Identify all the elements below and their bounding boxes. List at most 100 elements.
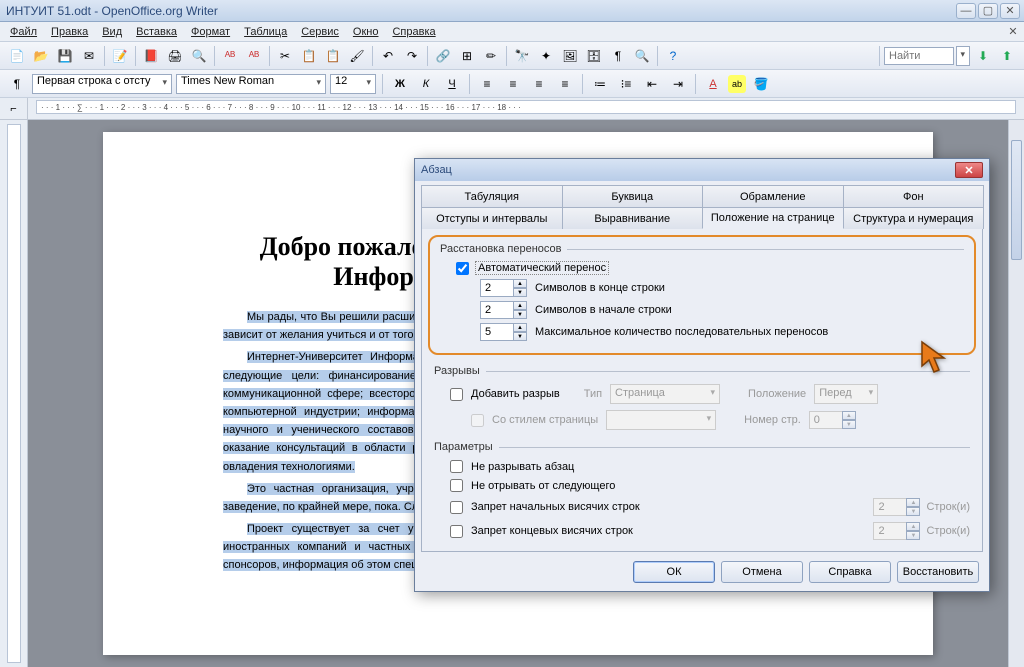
save-button[interactable]: 💾 (54, 45, 76, 67)
redo-button[interactable]: ↷ (401, 45, 423, 67)
bold-button[interactable]: Ж (389, 73, 411, 95)
numbering-button[interactable]: ≔ (589, 73, 611, 95)
print-preview-button[interactable]: 🔍 (188, 45, 210, 67)
tab-background[interactable]: Фон (843, 185, 985, 207)
zoom-button[interactable]: 🔍 (631, 45, 653, 67)
window-minimize-button[interactable]: — (956, 3, 976, 19)
spin-down-button[interactable]: ▼ (513, 288, 527, 297)
dialog-titlebar[interactable]: Абзац ✕ (415, 159, 989, 181)
search-input[interactable] (884, 47, 954, 65)
align-right-button[interactable]: ≡ (528, 73, 550, 95)
spin-down-button: ▼ (842, 420, 856, 429)
paste-button[interactable]: 📋 (322, 45, 344, 67)
menu-tools[interactable]: Сервис (295, 24, 345, 40)
orphan-label: Запрет начальных висячих строк (471, 501, 640, 513)
dialog-close-button[interactable]: ✕ (955, 162, 983, 178)
keep-next-checkbox[interactable] (450, 479, 463, 492)
bullets-button[interactable]: ⁝≡ (615, 73, 637, 95)
edit-mode-button[interactable]: 📝 (109, 45, 131, 67)
undo-button[interactable]: ↶ (377, 45, 399, 67)
menu-view[interactable]: Вид (96, 24, 128, 40)
draw-button[interactable]: ✏ (480, 45, 502, 67)
spin-up-button[interactable]: ▲ (513, 323, 527, 332)
new-doc-button[interactable]: 📄 (6, 45, 28, 67)
page-number-input (809, 411, 843, 429)
with-pagestyle-checkbox (471, 414, 484, 427)
copy-button[interactable]: 📋 (298, 45, 320, 67)
format-paintbrush-button[interactable]: 🖌 (346, 45, 368, 67)
widow-lines-suffix: Строк(и) (926, 525, 970, 537)
navigator-button[interactable]: ✦ (535, 45, 557, 67)
spin-down-button[interactable]: ▼ (513, 310, 527, 319)
vertical-scrollbar[interactable] (1008, 120, 1024, 667)
underline-button[interactable]: Ч (441, 73, 463, 95)
menu-edit[interactable]: Правка (45, 24, 94, 40)
tab-borders[interactable]: Обрамление (702, 185, 844, 207)
align-justify-button[interactable]: ≡ (554, 73, 576, 95)
background-color-button[interactable]: 🪣 (750, 73, 772, 95)
indent-increase-button[interactable]: ⇥ (667, 73, 689, 95)
spin-up-button[interactable]: ▲ (513, 301, 527, 310)
menu-insert[interactable]: Вставка (130, 24, 183, 40)
tab-outline[interactable]: Структура и нумерация (843, 207, 985, 229)
max-hyphens-input[interactable] (480, 323, 514, 341)
reset-button[interactable]: Восстановить (897, 561, 979, 583)
no-split-checkbox[interactable] (450, 460, 463, 473)
ok-button[interactable]: ОК (633, 561, 715, 583)
spellcheck-button[interactable]: ᴬᴮ (219, 45, 241, 67)
paragraph-style-combo[interactable]: Первая строка с отсту (32, 74, 172, 94)
menu-file[interactable]: Файл (4, 24, 43, 40)
tab-alignment[interactable]: Выравнивание (562, 207, 704, 229)
spin-up-button[interactable]: ▲ (513, 279, 527, 288)
search-prev-button[interactable]: ⬆ (996, 45, 1018, 67)
widow-checkbox[interactable] (450, 525, 463, 538)
mail-button[interactable]: ✉ (78, 45, 100, 67)
export-pdf-button[interactable]: 📕 (140, 45, 162, 67)
find-button[interactable]: 🔭 (511, 45, 533, 67)
italic-button[interactable]: К (415, 73, 437, 95)
spin-down-button[interactable]: ▼ (513, 332, 527, 341)
menu-format[interactable]: Формат (185, 24, 236, 40)
align-left-button[interactable]: ≡ (476, 73, 498, 95)
window-close-button[interactable]: ✕ (1000, 3, 1020, 19)
open-button[interactable]: 📂 (30, 45, 52, 67)
highlight-button[interactable]: ab (728, 75, 746, 93)
font-name-combo[interactable]: Times New Roman (176, 74, 326, 94)
doc-close-icon[interactable]: ✕ (1006, 25, 1020, 39)
hyperlink-button[interactable]: 🔗 (432, 45, 454, 67)
horizontal-ruler[interactable]: · · · 1 · · · ∑ · · · 1 · · · 2 · · · 3 … (36, 100, 1016, 114)
font-size-combo[interactable]: 12 (330, 74, 376, 94)
table-button[interactable]: ⊞ (456, 45, 478, 67)
font-color-button[interactable]: A (702, 73, 724, 95)
help-button[interactable]: ? (662, 45, 684, 67)
auto-spellcheck-button[interactable]: ᴬᴮ (243, 45, 265, 67)
indent-decrease-button[interactable]: ⇤ (641, 73, 663, 95)
menu-window[interactable]: Окно (347, 24, 385, 40)
tab-dropcaps[interactable]: Буквица (562, 185, 704, 207)
window-maximize-button[interactable]: ▢ (978, 3, 998, 19)
tab-tabulation[interactable]: Табуляция (421, 185, 563, 207)
max-hyphens-label: Максимальное количество последовательных… (535, 326, 828, 338)
cut-button[interactable]: ✂ (274, 45, 296, 67)
tab-indents[interactable]: Отступы и интервалы (421, 207, 563, 229)
align-center-button[interactable]: ≡ (502, 73, 524, 95)
start-chars-input[interactable] (480, 301, 514, 319)
auto-hyphenation-checkbox[interactable] (456, 262, 469, 275)
vertical-ruler[interactable] (0, 120, 28, 667)
search-history-dropdown[interactable] (956, 46, 970, 66)
orphan-checkbox[interactable] (450, 501, 463, 514)
print-button[interactable]: 🖨 (164, 45, 186, 67)
nonprinting-button[interactable]: ¶ (607, 45, 629, 67)
hyphenation-highlight: Расстановка переносов Автоматический пер… (428, 235, 976, 355)
tab-textflow[interactable]: Положение на странице (702, 207, 844, 229)
insert-break-checkbox[interactable] (450, 388, 463, 401)
gallery-button[interactable]: 🖼 (559, 45, 581, 67)
menu-help[interactable]: Справка (386, 24, 441, 40)
styles-button[interactable]: ¶ (6, 73, 28, 95)
help-button[interactable]: Справка (809, 561, 891, 583)
cancel-button[interactable]: Отмена (721, 561, 803, 583)
datasources-button[interactable]: 🗄 (583, 45, 605, 67)
search-next-button[interactable]: ⬇ (972, 45, 994, 67)
menu-table[interactable]: Таблица (238, 24, 293, 40)
end-chars-input[interactable] (480, 279, 514, 297)
